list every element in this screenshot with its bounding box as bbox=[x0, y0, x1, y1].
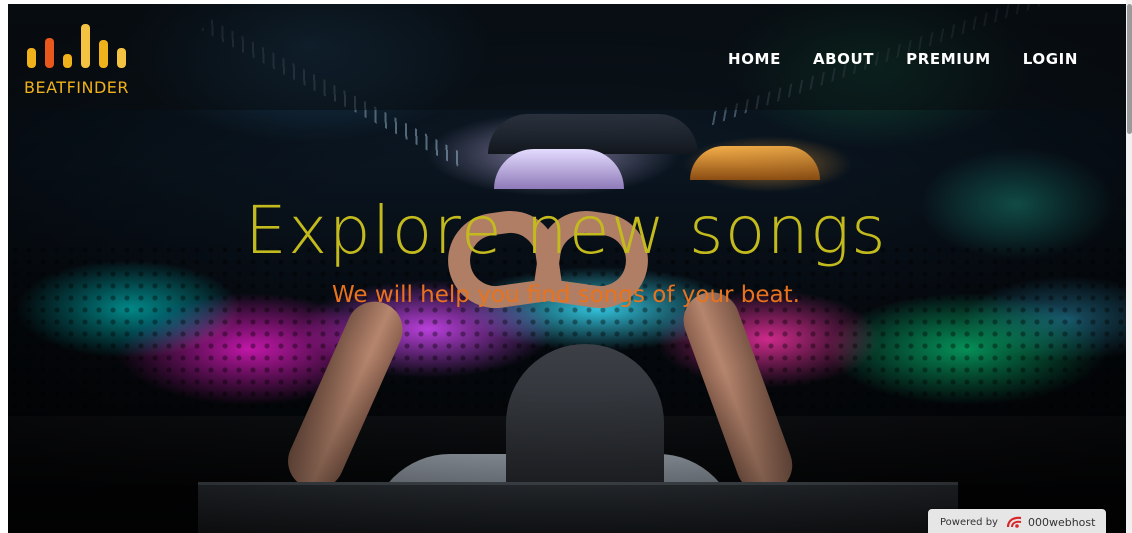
nav-login-link[interactable]: LOGIN bbox=[1023, 50, 1078, 68]
nav-about-link[interactable]: ABOUT bbox=[813, 50, 874, 68]
scrollbar-thumb[interactable] bbox=[1127, 4, 1132, 134]
brand-logo[interactable]: BEATFINDER bbox=[24, 24, 154, 104]
equalizer-bars-icon bbox=[27, 24, 137, 68]
powered-by-label: Powered by bbox=[940, 516, 998, 528]
main-nav: HOME ABOUT PREMIUM LOGIN bbox=[728, 50, 1078, 68]
page: BEATFINDER HOME ABOUT PREMIUM LOGIN Expl… bbox=[0, 0, 1132, 533]
powered-by-brand: 000webhost bbox=[1027, 515, 1096, 529]
nav-premium-link[interactable]: PREMIUM bbox=[906, 50, 991, 68]
nav-home-link[interactable]: HOME bbox=[728, 50, 781, 68]
navbar: BEATFINDER HOME ABOUT PREMIUM LOGIN bbox=[8, 4, 1126, 110]
brand-name: BEATFINDER bbox=[24, 78, 129, 97]
hero-title: Explore new songs bbox=[244, 192, 888, 269]
webhost-logo-icon bbox=[1006, 516, 1022, 528]
page-left-edge bbox=[0, 0, 8, 533]
page-top-edge bbox=[0, 0, 1132, 4]
powered-by-badge[interactable]: Powered by 000webhost bbox=[928, 509, 1106, 533]
hero-subtitle: We will help you find songs of your beat… bbox=[332, 282, 800, 308]
vertical-scrollbar[interactable] bbox=[1126, 0, 1132, 533]
